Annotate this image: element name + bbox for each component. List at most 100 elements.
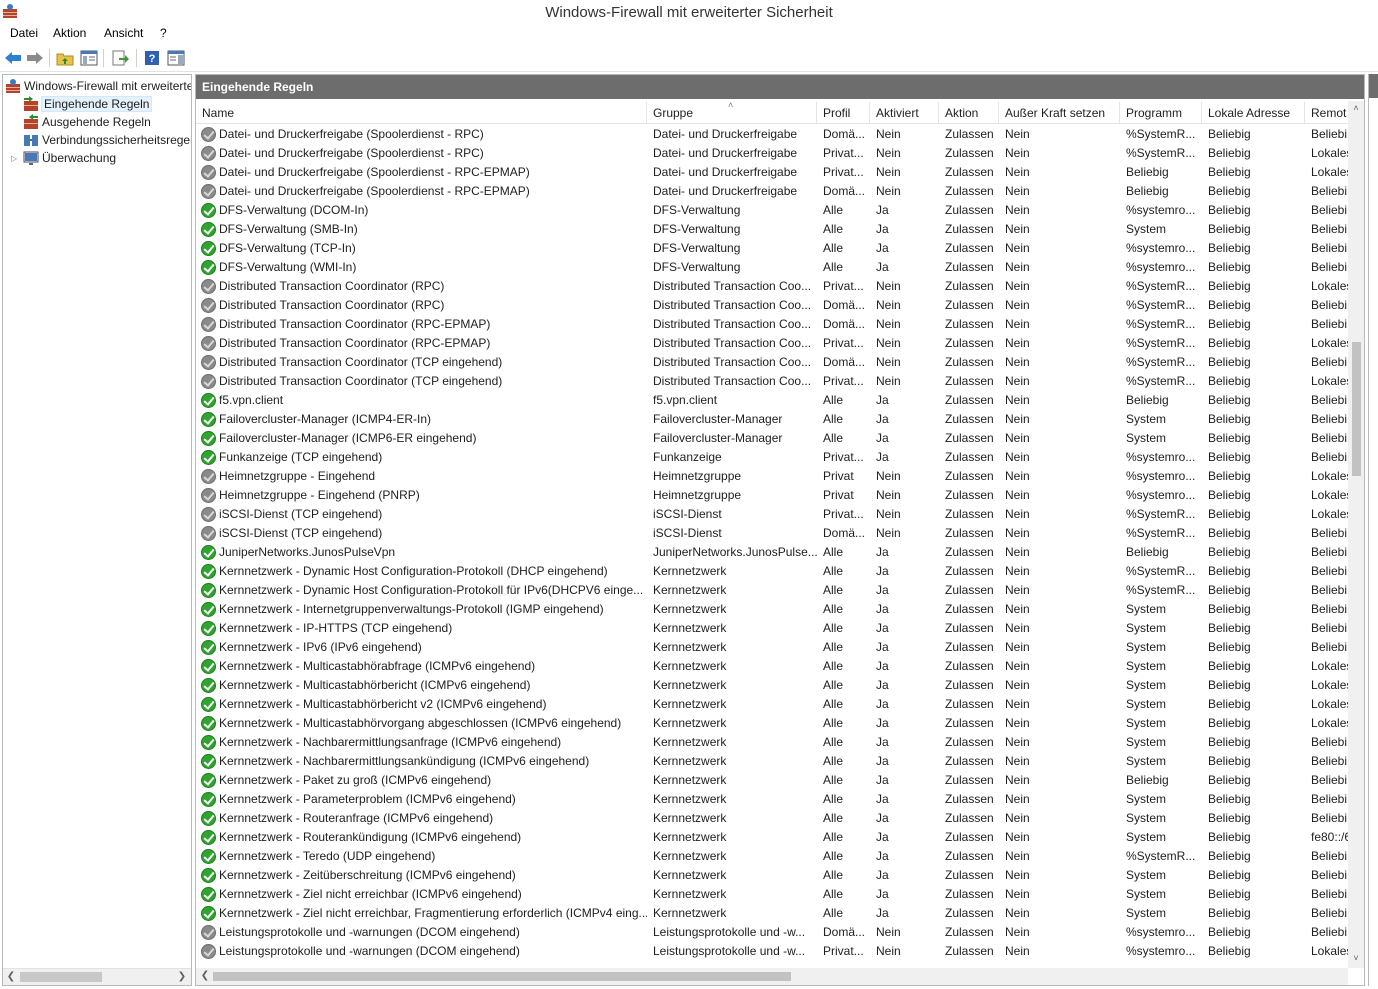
scroll-left-icon[interactable]: ❮ <box>5 971 17 983</box>
export-icon[interactable] <box>110 48 130 68</box>
table-row[interactable]: Failovercluster-Manager (ICMP4-ER-In) Fai… <box>196 410 1348 429</box>
scroll-thumb[interactable] <box>213 972 791 981</box>
cell-aktion: Zulassen <box>945 925 994 939</box>
table-row[interactable]: Heimnetzgruppe - Eingehend Heimnetzgruppe… <box>196 467 1348 486</box>
cell-aktion: Zulassen <box>945 450 994 464</box>
table-row[interactable]: Kernnetzwerk - Nachbarermittlungsanfrage… <box>196 733 1348 752</box>
table-row[interactable]: Kernnetzwerk - Multicastabhörbericht v2 … <box>196 695 1348 714</box>
cell-name: Kernnetzwerk - Multicastabhörabfrage (IC… <box>196 657 647 676</box>
table-row[interactable]: f5.vpn.client f5.vpn.client Alle Ja Zulassen… <box>196 391 1348 410</box>
table-row[interactable]: Kernnetzwerk - Internetgruppenverwaltung… <box>196 600 1348 619</box>
forward-icon[interactable] <box>25 48 45 68</box>
table-row[interactable]: iSCSI-Dienst (TCP eingehend) iSCSI-Dienst… <box>196 524 1348 543</box>
table-row[interactable]: Failovercluster-Manager (ICMP6-ER eingeh… <box>196 429 1348 448</box>
table-row[interactable]: Kernnetzwerk - IPv6 (IPv6 eingehend) Kern… <box>196 638 1348 657</box>
cell-profil: Privat... <box>823 450 864 464</box>
column-header-programm[interactable]: Programm <box>1120 102 1202 124</box>
table-row[interactable]: Funkanzeige (TCP eingehend) Funkanzeige Pr… <box>196 448 1348 467</box>
cell-gruppe: Distributed Transaction Coo... <box>653 374 812 388</box>
cell-lokale-adresse: Beliebig <box>1208 925 1251 939</box>
horizontal-scrollbar[interactable]: ❮ <box>196 968 1348 985</box>
cell-gruppe: Kernnetzwerk <box>653 659 727 673</box>
cell-programm: %SystemR... <box>1126 355 1196 369</box>
table-row[interactable]: Leistungsprotokolle und -warnungen (DCOM… <box>196 942 1348 961</box>
table-row[interactable]: Kernnetzwerk - Routerankündigung (ICMPv6… <box>196 828 1348 847</box>
table-row[interactable]: Kernnetzwerk - Multicastabhörbericht (IC… <box>196 676 1348 695</box>
cell-remote-adresse: Beliebi <box>1311 792 1348 806</box>
column-header-gruppe[interactable]: Gruppe ˄ <box>647 102 817 124</box>
menu-aktion[interactable]: Aktion <box>53 26 86 40</box>
table-row[interactable]: Leistungsprotokolle und -warnungen (DCOM… <box>196 923 1348 942</box>
table-row[interactable]: Kernnetzwerk - Routeranfrage (ICMPv6 ein… <box>196 809 1348 828</box>
table-row[interactable]: Kernnetzwerk - Dynamic Host Configuratio… <box>196 562 1348 581</box>
show-hide-action-pane-icon[interactable] <box>166 48 186 68</box>
up-folder-icon[interactable] <box>55 48 75 68</box>
table-row[interactable]: Distributed Transaction Coordinator (RPC… <box>196 315 1348 334</box>
table-row[interactable]: Kernnetzwerk - Parameterproblem (ICMPv6 … <box>196 790 1348 809</box>
back-icon[interactable] <box>3 48 23 68</box>
vertical-scrollbar[interactable]: ˄ ˅ <box>1348 101 1364 968</box>
table-row[interactable]: DFS-Verwaltung (DCOM-In) DFS-Verwaltung Al… <box>196 201 1348 220</box>
table-row[interactable]: Datei- und Druckerfreigabe (Spoolerdiens… <box>196 125 1348 144</box>
scroll-up-icon[interactable]: ˄ <box>1350 103 1362 117</box>
table-row[interactable]: iSCSI-Dienst (TCP eingehend) iSCSI-Dienst… <box>196 505 1348 524</box>
show-hide-tree-icon[interactable] <box>79 48 99 68</box>
cell-programm: System <box>1126 792 1167 806</box>
table-row[interactable]: Datei- und Druckerfreigabe (Spoolerdiens… <box>196 163 1348 182</box>
table-row[interactable]: Kernnetzwerk - Multicastabhörvorgang abg… <box>196 714 1348 733</box>
cell-gruppe: f5.vpn.client <box>653 393 718 407</box>
table-row[interactable]: Kernnetzwerk - Zeitüberschreitung (ICMPv… <box>196 866 1348 885</box>
table-row[interactable]: Heimnetzgruppe - Eingehend (PNRP) Heimnet… <box>196 486 1348 505</box>
menu-ansicht[interactable]: Ansicht <box>104 26 143 40</box>
table-row[interactable]: Kernnetzwerk - Teredo (UDP eingehend) Ker… <box>196 847 1348 866</box>
table-row[interactable]: Kernnetzwerk - Ziel nicht erreichbar (IC… <box>196 885 1348 904</box>
scroll-left-icon[interactable]: ❮ <box>199 970 211 982</box>
column-header-aktiviert[interactable]: Aktiviert <box>870 102 939 124</box>
scroll-right-icon[interactable]: ❯ <box>176 971 188 983</box>
table-row[interactable]: DFS-Verwaltung (TCP-In) DFS-Verwaltung All… <box>196 239 1348 258</box>
table-row[interactable]: Distributed Transaction Coordinator (RPC… <box>196 334 1348 353</box>
table-row[interactable]: Kernnetzwerk - Ziel nicht erreichbar, Fr… <box>196 904 1348 923</box>
tree-item-ueberwachung[interactable]: ▷ Überwachung <box>11 149 116 167</box>
tree-item-ausgehende-regeln[interactable]: Ausgehende Regeln <box>23 113 151 131</box>
column-header-remote-adresse[interactable]: Remot <box>1305 102 1348 124</box>
column-header-aktion[interactable]: Aktion <box>939 102 999 124</box>
scroll-thumb[interactable] <box>1352 342 1361 476</box>
column-header-profil[interactable]: Profil <box>817 102 870 124</box>
table-row[interactable]: Kernnetzwerk - Multicastabhörabfrage (IC… <box>196 657 1348 676</box>
rule-disabled-icon <box>201 317 216 332</box>
scroll-thumb[interactable] <box>20 972 102 982</box>
table-row[interactable]: DFS-Verwaltung (SMB-In) DFS-Verwaltung All… <box>196 220 1348 239</box>
action-pane-header <box>1369 74 1378 98</box>
column-header-name[interactable]: Name <box>196 102 647 124</box>
tree-root[interactable]: Windows-Firewall mit erweiterter Sicherh… <box>5 77 191 95</box>
menu-help[interactable]: ? <box>160 26 167 40</box>
cell-aktion: Zulassen <box>945 260 994 274</box>
tree-item-eingehende-regeln[interactable]: Eingehende Regeln <box>23 95 153 113</box>
tree-item-verbindungssicherheitsregeln[interactable]: Verbindungssicherheitsregeln <box>23 131 191 149</box>
help-icon[interactable]: ? <box>142 48 162 68</box>
scroll-down-icon[interactable]: ˅ <box>1350 953 1362 967</box>
table-row[interactable]: Kernnetzwerk - Paket zu groß (ICMPv6 ein… <box>196 771 1348 790</box>
table-row[interactable]: Kernnetzwerk - Dynamic Host Configuratio… <box>196 581 1348 600</box>
cell-gruppe: Distributed Transaction Coo... <box>653 355 812 369</box>
table-row[interactable]: DFS-Verwaltung (WMI-In) DFS-Verwaltung All… <box>196 258 1348 277</box>
table-row[interactable]: Datei- und Druckerfreigabe (Spoolerdiens… <box>196 182 1348 201</box>
cell-ausser-kraft-setzen: Nein <box>1005 412 1030 426</box>
table-row[interactable]: Distributed Transaction Coordinator (RPC… <box>196 296 1348 315</box>
table-row[interactable]: Distributed Transaction Coordinator (RPC… <box>196 277 1348 296</box>
table-row[interactable]: Distributed Transaction Coordinator (TCP… <box>196 372 1348 391</box>
cell-profil: Alle <box>823 640 844 654</box>
cell-ausser-kraft-setzen: Nein <box>1005 146 1030 160</box>
tree-horizontal-scrollbar[interactable]: ❮ ❯ <box>3 968 191 985</box>
column-header-ausser-kraft-setzen[interactable]: Außer Kraft setzen <box>999 102 1120 124</box>
table-row[interactable]: Distributed Transaction Coordinator (TCP… <box>196 353 1348 372</box>
table-row[interactable]: Datei- und Druckerfreigabe (Spoolerdiens… <box>196 144 1348 163</box>
expand-arrow-icon[interactable]: ▷ <box>11 154 23 163</box>
column-header-lokale-adresse[interactable]: Lokale Adresse <box>1202 102 1305 124</box>
rule-enabled-icon <box>201 203 216 218</box>
table-row[interactable]: Kernnetzwerk - Nachbarermittlungsankündi… <box>196 752 1348 771</box>
table-row[interactable]: Kernnetzwerk - IP-HTTPS (TCP eingehend) K… <box>196 619 1348 638</box>
menu-datei[interactable]: Datei <box>10 26 38 40</box>
table-row[interactable]: JuniperNetworks.JunosPulseVpn JuniperNetw… <box>196 543 1348 562</box>
